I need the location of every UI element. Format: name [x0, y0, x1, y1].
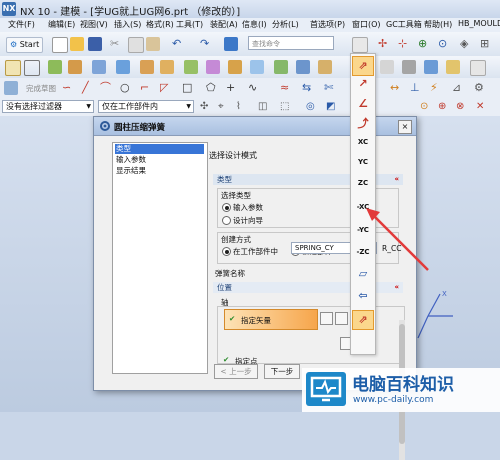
annotation-arrow-icon: [366, 208, 429, 271]
watermark-title: 电脑百科知识: [352, 375, 454, 395]
watermark-url: www.pc-daily.com: [353, 395, 434, 405]
pc-daily-logo-icon: [306, 372, 346, 406]
